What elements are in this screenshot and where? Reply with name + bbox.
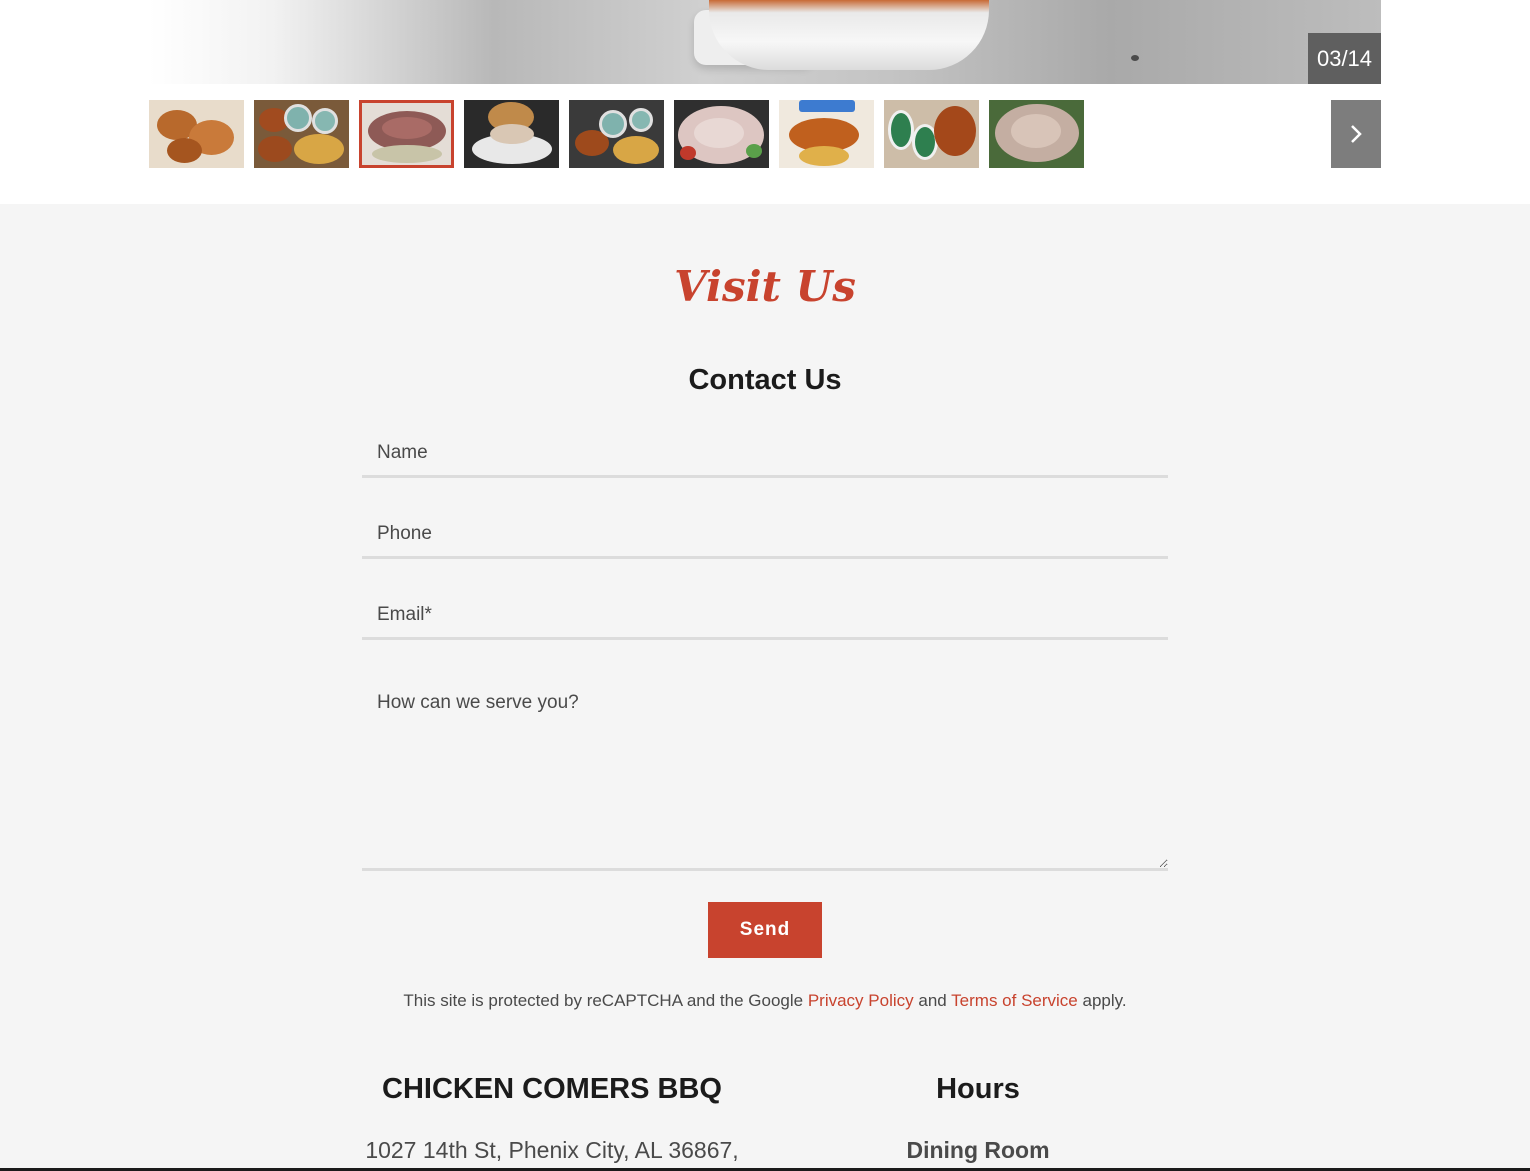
gallery-thumbnail[interactable] bbox=[149, 100, 244, 168]
gallery-thumbnail[interactable] bbox=[674, 100, 769, 168]
message-field-wrapper bbox=[362, 674, 1168, 871]
recaptcha-suffix: apply. bbox=[1082, 991, 1127, 1010]
business-address[interactable]: 1027 14th St, Phenix City, AL 36867, bbox=[362, 1137, 742, 1164]
photo-tray bbox=[709, 0, 989, 70]
terms-of-service-link[interactable]: Terms of Service bbox=[951, 991, 1078, 1010]
email-field-wrapper bbox=[362, 593, 1168, 640]
name-field[interactable] bbox=[362, 431, 1168, 475]
gallery-thumbnail[interactable] bbox=[254, 100, 349, 168]
phone-field-wrapper bbox=[362, 512, 1168, 559]
gallery-thumbnail[interactable] bbox=[779, 100, 874, 168]
recaptcha-prefix: This site is protected by reCAPTCHA and … bbox=[403, 991, 804, 1010]
form-title: Contact Us bbox=[688, 364, 842, 396]
email-field[interactable] bbox=[362, 593, 1168, 637]
recaptcha-and: and bbox=[918, 991, 947, 1010]
gallery-main-image[interactable] bbox=[149, 0, 1381, 84]
privacy-policy-link[interactable]: Privacy Policy bbox=[808, 991, 914, 1010]
gallery-counter: 03/14 bbox=[1308, 33, 1381, 84]
hours-title: Hours bbox=[936, 1073, 1020, 1105]
send-button[interactable]: Send bbox=[708, 902, 822, 958]
gallery-thumbnail[interactable] bbox=[989, 100, 1084, 168]
hours-subtitle: Dining Room bbox=[906, 1137, 1050, 1163]
photo-gallery: 03/14 bbox=[0, 0, 1530, 204]
gallery-next-button[interactable] bbox=[1331, 100, 1381, 168]
gallery-thumbnail-active[interactable] bbox=[359, 100, 454, 168]
photo-detail bbox=[1131, 55, 1139, 61]
message-field[interactable] bbox=[362, 674, 1168, 868]
gallery-thumbnail[interactable] bbox=[569, 100, 664, 168]
business-name: CHICKEN COMERS BBQ bbox=[382, 1073, 722, 1105]
phone-field[interactable] bbox=[362, 512, 1168, 556]
gallery-thumbnail[interactable] bbox=[464, 100, 559, 168]
name-field-wrapper bbox=[362, 431, 1168, 478]
gallery-thumbnail[interactable] bbox=[884, 100, 979, 168]
chevron-right-icon bbox=[1351, 125, 1362, 143]
recaptcha-notice: This site is protected by reCAPTCHA and … bbox=[0, 991, 1530, 1011]
section-title: Visit Us bbox=[674, 262, 856, 311]
